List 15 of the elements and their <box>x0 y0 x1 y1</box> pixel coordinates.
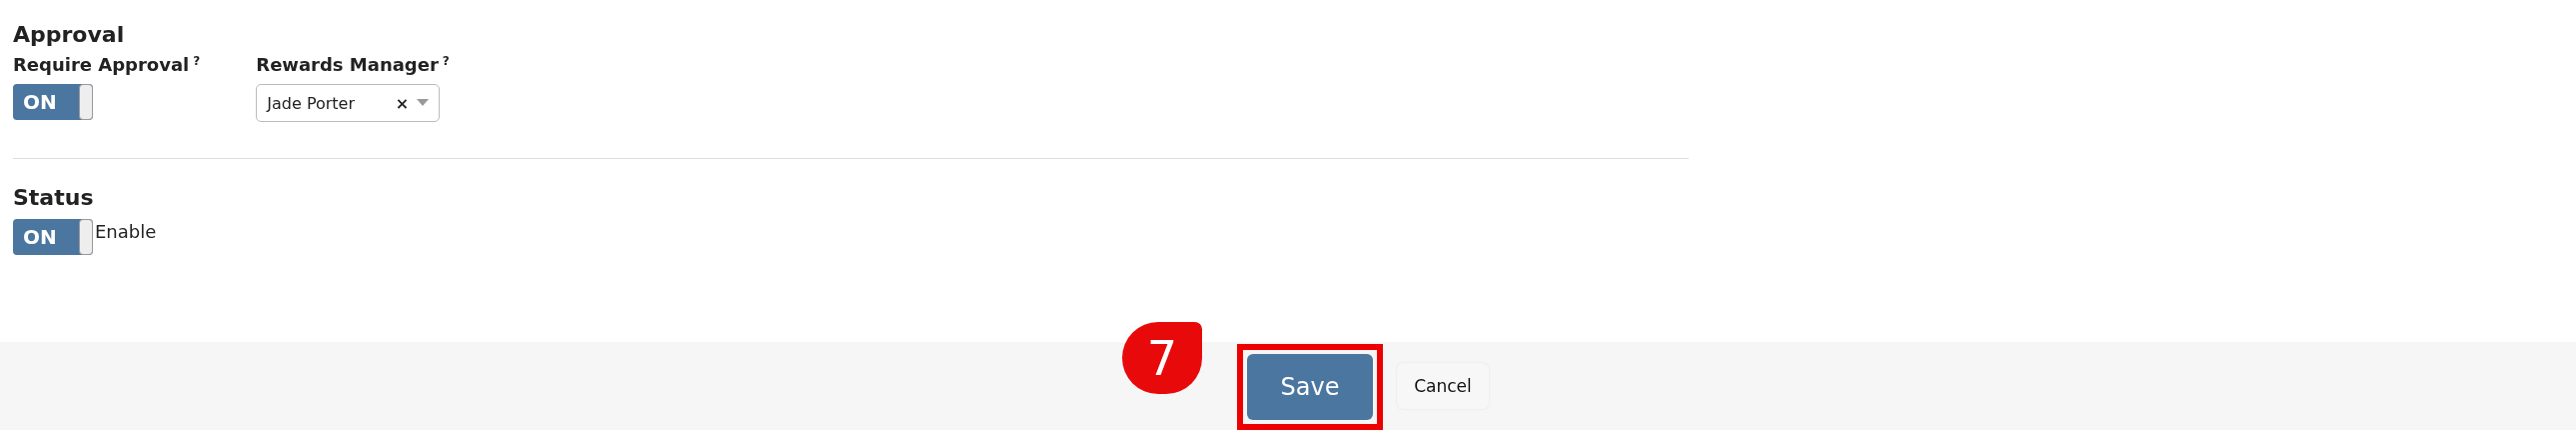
clear-button[interactable]: × <box>395 93 410 113</box>
cancel-button[interactable]: Cancel <box>1397 363 1489 409</box>
section-heading: Approval <box>13 21 126 49</box>
help-mark[interactable]: ? <box>193 54 201 68</box>
save-button[interactable]: Save <box>1247 354 1373 420</box>
callout-marker: 7 <box>1122 322 1202 394</box>
help-mark[interactable]: ? <box>442 54 450 68</box>
toggle-caption: Enable <box>95 221 157 242</box>
section-heading: Status <box>13 184 95 212</box>
field-label: Require Approval <box>13 54 190 75</box>
caret-icon[interactable] <box>417 99 430 107</box>
select-field[interactable]: Jade Porter × <box>256 84 441 122</box>
field-label: Rewards Manager <box>256 54 439 75</box>
toggle-switch[interactable]: ON <box>13 84 93 120</box>
toggle-switch[interactable]: ON <box>13 219 93 255</box>
